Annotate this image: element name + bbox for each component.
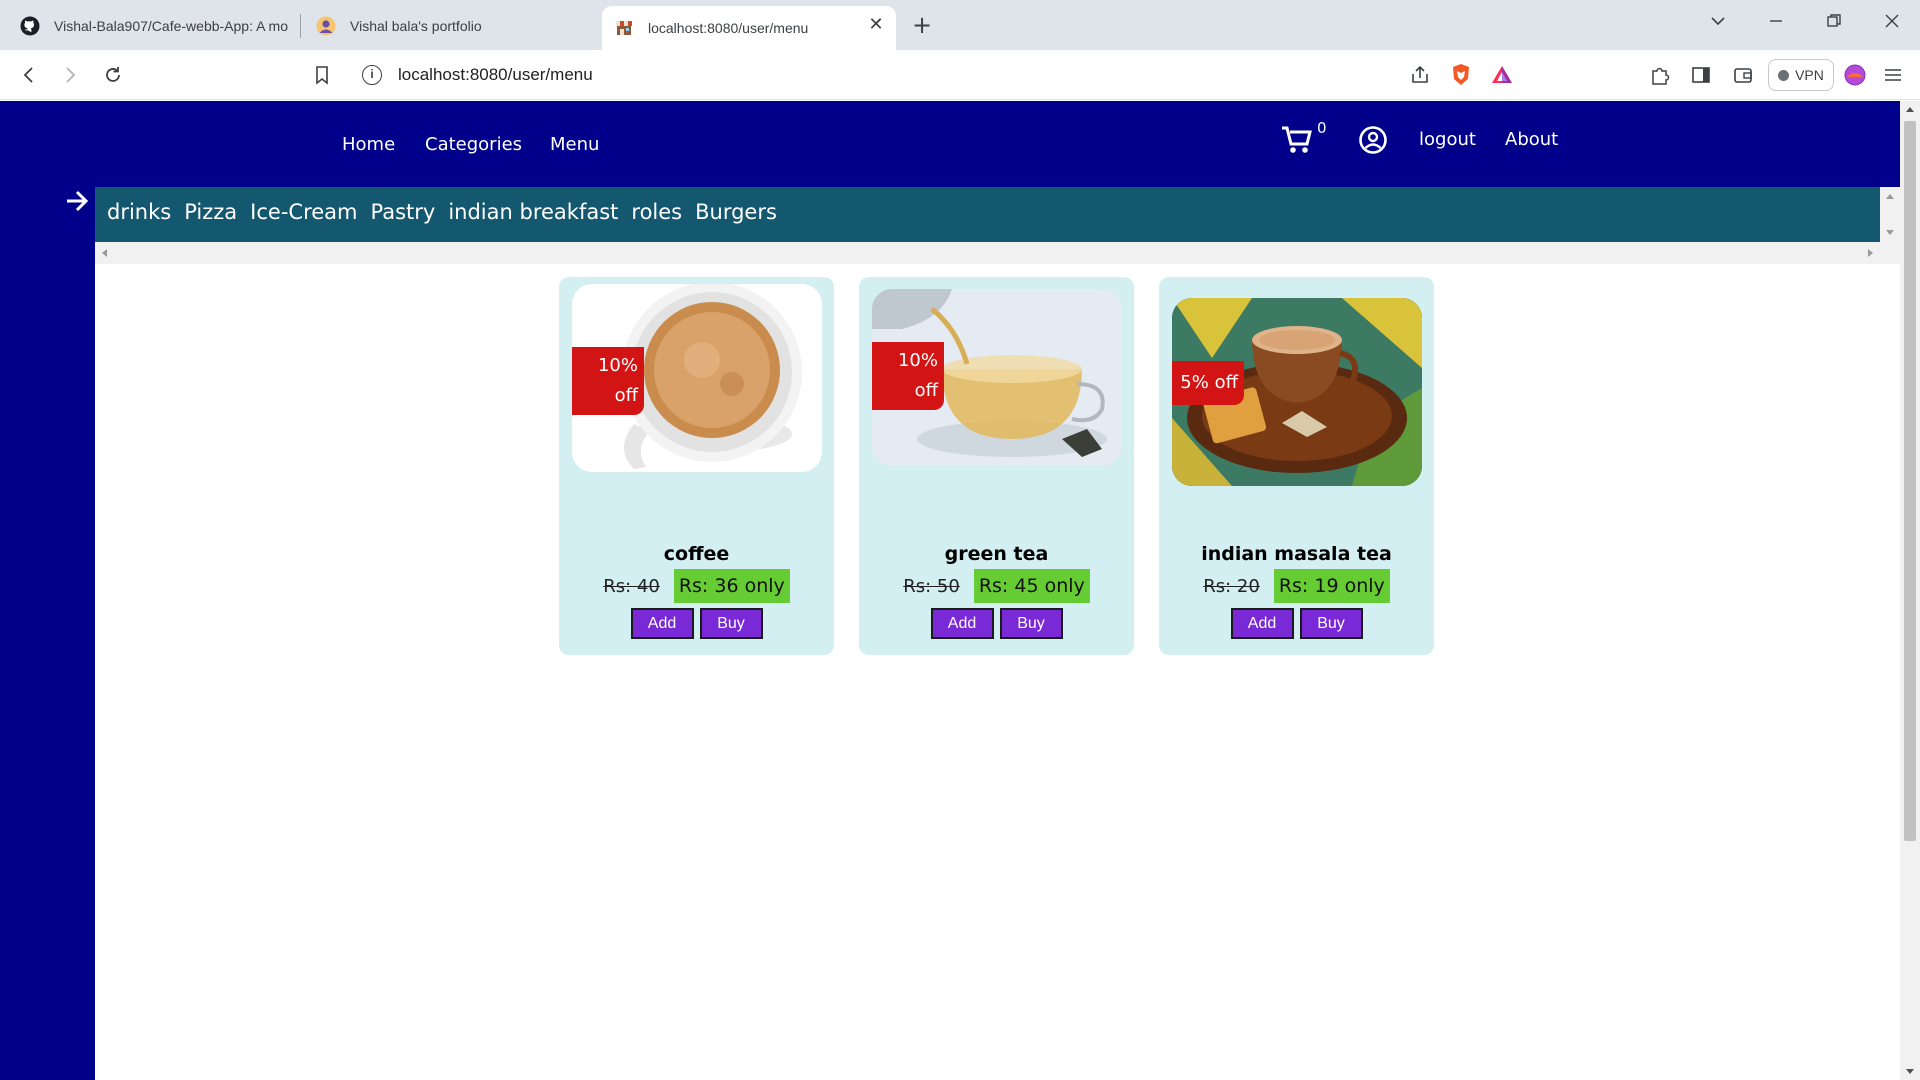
discount-text: 10% off [597,355,638,406]
discounted-price: Rs: 19 only [1273,569,1390,603]
category-pastry[interactable]: Pastry [371,200,436,224]
nav-menu[interactable]: Menu [550,134,599,155]
extensions-icon[interactable] [1648,63,1672,87]
avatar-icon [316,16,336,36]
category-ice-cream[interactable]: Ice-Cream [250,200,357,224]
page-scrollbar[interactable] [1900,101,1920,1080]
discounted-price: Rs: 36 only [673,569,790,603]
discount-text: 10% off [897,350,938,401]
vpn-button[interactable]: VPN [1768,59,1834,91]
url-text: localhost:8080/user/menu [398,65,593,84]
discount-badge: 10% off [872,342,944,410]
tab-github[interactable]: Vishal-Bala907/Cafe-webb-App: A more [8,7,300,45]
forward-icon[interactable] [58,63,82,87]
profile-icon[interactable] [1843,63,1867,87]
logout-link[interactable]: logout [1419,129,1476,150]
vpn-label: VPN [1795,67,1824,83]
bookmark-icon[interactable] [310,63,334,87]
button-row: Add Buy [559,608,834,639]
wallet-icon[interactable] [1731,63,1755,87]
tab-title: localhost:8080/user/menu [648,20,809,36]
product-card-coffee: 10% off coffee Rs: 40 Rs: 36 only Add Bu… [559,277,834,655]
github-icon [20,16,40,36]
category-roles[interactable]: roles [631,200,682,224]
arrow-right-icon[interactable] [64,188,90,214]
button-row: Add Buy [1159,608,1434,639]
top-navbar: Home Categories Menu 0 logout About [0,101,1900,187]
add-to-cart-button[interactable]: Add [630,608,694,639]
original-price: Rs: 20 [1203,575,1260,597]
category-burgers[interactable]: Burgers [695,200,777,224]
category-indian-breakfast[interactable]: indian breakfast [448,200,618,224]
account-icon[interactable] [1358,125,1388,155]
cart-count: 0 [1317,119,1327,137]
buy-button[interactable]: Buy [1299,608,1363,639]
tab-title: Vishal bala's portfolio [350,18,482,34]
category-vertical-scrollbar[interactable] [1880,187,1900,242]
price-row: Rs: 20 Rs: 19 only [1159,569,1434,603]
discount-text: 5% off [1180,372,1238,393]
discount-badge: 10% off [572,347,644,415]
brave-shield-icon[interactable] [1449,63,1473,87]
cafe-icon [614,18,634,38]
product-name: green tea [944,543,1049,565]
page-scrollbar-thumb[interactable] [1904,121,1916,841]
original-price: Rs: 50 [903,575,960,597]
product-card-green-tea: 10% off green tea Rs: 50 Rs: 45 only Add… [859,277,1134,655]
add-to-cart-button[interactable]: Add [1230,608,1294,639]
address-bar[interactable]: i localhost:8080/user/menu [352,57,1530,93]
cart-icon[interactable] [1280,123,1320,163]
browser-toolbar: i localhost:8080/user/menu VPN [0,50,1920,100]
tab-portfolio[interactable]: Vishal bala's portfolio [304,7,596,45]
new-tab-icon[interactable]: + [912,11,932,39]
sidebar [0,101,95,1080]
add-to-cart-button[interactable]: Add [930,608,994,639]
product-card-masala-tea: 5% off indian masala tea Rs: 20 Rs: 19 o… [1159,277,1434,655]
close-window-icon[interactable] [1880,12,1904,36]
category-horizontal-scrollbar[interactable] [95,242,1900,264]
original-price: Rs: 40 [603,575,660,597]
back-icon[interactable] [17,63,41,87]
tab-search-chevron-icon[interactable] [1706,12,1730,36]
reload-icon[interactable] [101,63,125,87]
tab-separator [300,14,301,38]
discounted-price: Rs: 45 only [973,569,1090,603]
discount-badge: 5% off [1172,361,1244,405]
restore-icon[interactable] [1822,12,1846,36]
brave-rewards-icon[interactable] [1490,63,1514,87]
price-row: Rs: 50 Rs: 45 only [859,569,1134,603]
minimize-icon[interactable] [1764,12,1788,36]
buy-button[interactable]: Buy [699,608,763,639]
buy-button[interactable]: Buy [999,608,1063,639]
category-pizza[interactable]: Pizza [184,200,237,224]
tab-active-menu[interactable]: localhost:8080/user/menu [602,6,896,50]
browser-tab-bar: Vishal-Bala907/Cafe-webb-App: A more Vis… [0,0,1920,50]
menu-hamburger-icon[interactable] [1881,63,1905,87]
category-drinks[interactable]: drinks [107,200,171,224]
about-link[interactable]: About [1505,129,1558,150]
category-list: drinks Pizza Ice-Cream Pastry indian bre… [107,200,777,224]
nav-home[interactable]: Home [342,134,395,155]
tab-title: Vishal-Bala907/Cafe-webb-App: A more [54,18,288,34]
sidebar-toggle-icon[interactable] [1689,63,1713,87]
close-tab-icon[interactable]: ✕ [866,15,886,35]
nav-categories[interactable]: Categories [425,134,522,155]
price-row: Rs: 40 Rs: 36 only [559,569,834,603]
vpn-status-icon [1778,69,1790,81]
page: Home Categories Menu 0 logout About drin… [0,101,1920,1080]
button-row: Add Buy [859,608,1134,639]
product-name: indian masala tea [1201,543,1392,565]
site-info-icon[interactable]: i [362,65,382,85]
share-icon[interactable] [1408,63,1432,87]
product-name: coffee [663,543,730,565]
category-bar: drinks Pizza Ice-Cream Pastry indian bre… [95,187,1880,242]
